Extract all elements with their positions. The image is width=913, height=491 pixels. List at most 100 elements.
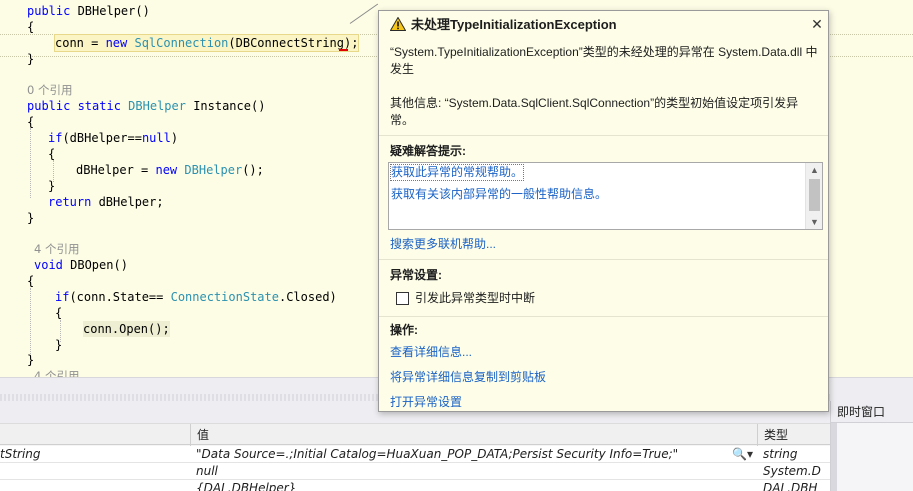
code-line-box: conn.Open(); <box>83 321 170 337</box>
code-line: { <box>27 19 34 35</box>
code-line: void DBOpen() <box>34 257 128 273</box>
immediate-window[interactable]: 即时窗口 <box>830 401 913 491</box>
code-type-name: ConnectionState <box>170 290 279 304</box>
cell-type: string <box>763 447 798 461</box>
exception-settings-label: 异常设置: <box>390 268 442 282</box>
cell-value: "Data Source=.;Initial Catalog=HuaXuan_P… <box>196 447 679 461</box>
code-line: { <box>27 273 34 289</box>
tip-link-general-help[interactable]: 获取此异常的常规帮助。 <box>389 164 525 181</box>
tips-scrollbar[interactable]: ▲ ▼ <box>805 163 822 229</box>
code-text: dBHelper = <box>76 163 156 177</box>
code-keyword: public <box>27 4 78 18</box>
table-row[interactable]: tString "Data Source=.;Initial Catalog=H… <box>0 446 830 463</box>
scroll-up-icon[interactable]: ▲ <box>806 163 823 177</box>
code-line: { <box>27 114 34 130</box>
code-text: .Closed) <box>278 290 337 304</box>
reference-count[interactable]: 4 个引用 <box>34 369 79 377</box>
code-type-name: SqlConnection <box>134 36 229 50</box>
view-details-link[interactable]: 查看详细信息... <box>390 345 472 360</box>
code-text: { <box>55 306 63 320</box>
column-header-type[interactable]: 类型 <box>757 424 830 446</box>
exception-helper-popup[interactable]: 未处理TypeInitializationException ✕ “System… <box>378 10 829 412</box>
code-text: { <box>48 147 56 161</box>
exception-extra-info: 其他信息: “System.Data.SqlClient.SqlConnecti… <box>390 96 799 127</box>
code-keyword: null <box>141 131 171 145</box>
code-text: ) <box>170 131 179 145</box>
code-line: if(dBHelper==null) <box>48 130 178 146</box>
code-line: { <box>55 305 62 321</box>
code-text: { <box>27 115 35 129</box>
cell-type: System.D <box>763 464 821 478</box>
copy-details-link[interactable]: 将异常详细信息复制到剪贴板 <box>390 370 546 385</box>
scroll-down-icon[interactable]: ▼ <box>806 215 823 229</box>
code-text: } <box>27 353 35 367</box>
code-text: conn = <box>55 36 106 50</box>
code-text: dBHelper; <box>98 195 164 209</box>
magnifier-icon[interactable]: 🔍▾ <box>732 446 756 463</box>
troubleshooting-label: 疑难解答提示: <box>390 144 466 158</box>
code-line: } <box>27 51 34 67</box>
cell-name <box>0 463 190 480</box>
code-line: } <box>27 352 34 368</box>
tab-immediate-window[interactable]: 即时窗口 <box>831 401 913 423</box>
cell-type: DAL.DBH <box>763 481 818 491</box>
code-text: DBOpen() <box>70 258 128 272</box>
code-lens-references[interactable]: 4 个引用 <box>34 241 79 257</box>
warning-icon <box>390 17 406 31</box>
code-keyword: void <box>34 258 71 272</box>
popup-title: 未处理TypeInitializationException <box>411 17 617 32</box>
indent-guide <box>30 128 31 198</box>
section-divider <box>379 135 828 136</box>
error-squiggle <box>339 48 348 51</box>
code-lens-references[interactable]: 4 个引用 <box>34 368 79 377</box>
table-row[interactable]: null System.D <box>0 463 830 480</box>
break-on-exception-checkbox[interactable] <box>396 292 409 305</box>
code-line: return dBHelper; <box>48 194 164 210</box>
code-text: conn.Open(); <box>83 322 170 336</box>
code-text: } <box>48 179 56 193</box>
cell-name: tString <box>0 447 41 461</box>
locals-window[interactable]: 值 类型 tString "Data Source=.;Initial Cata… <box>0 401 830 491</box>
section-divider <box>379 259 828 260</box>
code-line: } <box>48 178 55 194</box>
code-text: { <box>27 274 35 288</box>
table-row[interactable]: {DAL.DBHelper} DAL.DBH <box>0 480 830 491</box>
reference-count[interactable]: 0 个引用 <box>27 83 72 97</box>
locals-header: 值 类型 <box>0 423 830 446</box>
code-line: { <box>48 146 55 162</box>
code-text: (); <box>242 163 264 177</box>
popup-title-bar: 未处理TypeInitializationException ✕ <box>379 11 828 37</box>
cell-name <box>0 480 190 491</box>
code-keyword: return <box>48 195 99 209</box>
open-exception-settings-link[interactable]: 打开异常设置 <box>390 395 462 410</box>
column-header-value[interactable]: 值 <box>190 424 760 446</box>
search-more-help-link[interactable]: 搜索更多联机帮助... <box>390 237 496 252</box>
code-keyword: if <box>48 131 63 145</box>
code-type-name: DBHelper <box>128 99 194 113</box>
reference-count[interactable]: 4 个引用 <box>34 242 79 256</box>
code-text: (dBHelper== <box>62 131 142 145</box>
close-icon[interactable]: ✕ <box>809 16 825 32</box>
code-line: public DBHelper() <box>27 3 150 19</box>
code-lens-references[interactable]: 0 个引用 <box>27 82 72 98</box>
code-text: } <box>27 52 35 66</box>
code-text: (conn.State== <box>69 290 171 304</box>
code-keyword: public static <box>27 99 129 113</box>
code-text: { <box>27 20 35 34</box>
break-on-exception-label[interactable]: 引发此异常类型时中断 <box>415 291 535 306</box>
tip-link-inner-exception-help[interactable]: 获取有关该内部异常的一般性帮助信息。 <box>391 187 607 202</box>
code-line: } <box>55 337 62 353</box>
code-line: if(conn.State== ConnectionState.Closed) <box>55 289 337 305</box>
troubleshooting-tips-list[interactable]: 获取此异常的常规帮助。 获取有关该内部异常的一般性帮助信息。 ▲ ▼ <box>388 162 823 230</box>
code-line-highlighted: conn = new SqlConnection(DBConnectString… <box>53 34 360 52</box>
cell-value: null <box>196 464 218 478</box>
actions-label: 操作: <box>390 323 418 337</box>
code-text: } <box>27 211 35 225</box>
immediate-window-edge <box>831 423 837 491</box>
indent-guide <box>30 288 31 358</box>
code-keyword: new <box>155 163 185 177</box>
code-line: dBHelper = new DBHelper(); <box>76 162 264 178</box>
callout-pointer <box>349 3 379 24</box>
scroll-thumb[interactable] <box>809 179 820 211</box>
code-text: Instance() <box>193 99 266 113</box>
